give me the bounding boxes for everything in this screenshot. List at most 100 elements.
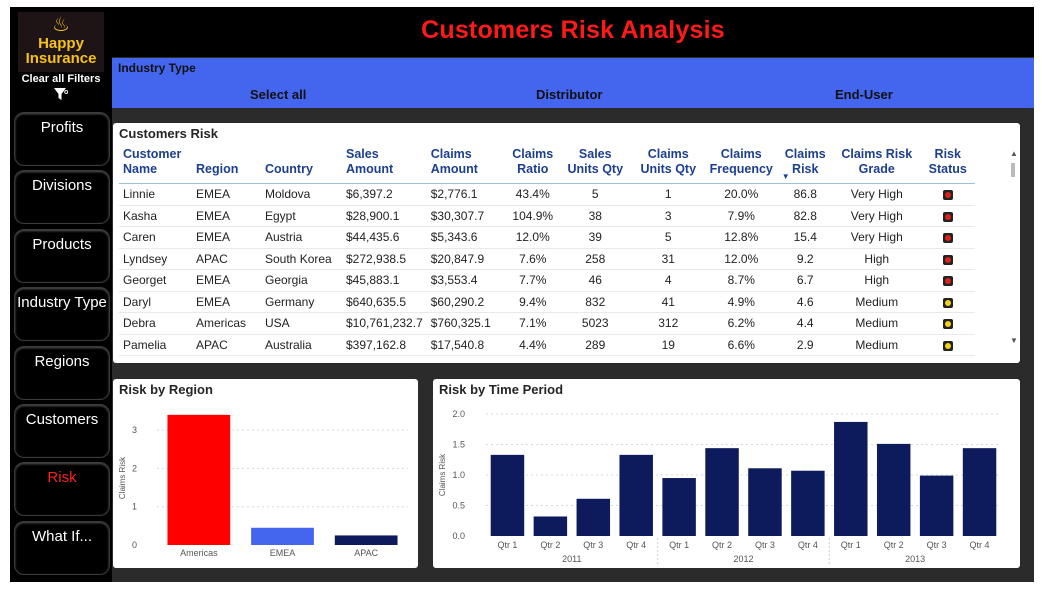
col-claims-ratio[interactable]: Claims Ratio [506,145,559,184]
risk-status-indicator-icon [942,340,953,351]
customers-risk-table-panel: Customers Risk Customer Name Region Coun… [113,123,1020,363]
col-sales-amount[interactable]: Sales Amount [342,145,427,184]
bar-quarter [834,421,868,536]
bar-quarter [705,448,739,536]
cell-claims-risk: 6.7 [777,269,833,292]
cell-sales-units-qty: 46 [558,269,632,292]
scroll-up-icon[interactable]: ▲ [1010,149,1018,158]
table-scrollbar[interactable]: ▲ ▼ [1010,149,1018,345]
x-group-label: 2011 [562,554,581,564]
cell-claims-amount: $60,290.2 [426,291,507,313]
risk-status-indicator-icon [942,319,953,330]
risk-status-indicator-icon [942,233,953,244]
chart-title: Risk by Time Period [439,382,564,397]
svg-text:o: o [64,89,68,96]
scroll-down-icon[interactable]: ▼ [1010,336,1018,345]
cell-claims-ratio: 9.4% [506,291,559,313]
nav-regions[interactable]: Regions [14,346,110,400]
col-claims-units-qty[interactable]: Claims Units Qty [631,145,705,184]
bar-americas [167,414,231,545]
cell-claims-ratio: 7.6% [506,248,559,270]
cell-sales-amount: $10,761,232.7 [342,312,427,335]
bar-quarter [662,478,696,536]
col-claims-risk-grade[interactable]: Claims Risk Grade [832,145,921,184]
cell-claims-risk: 86.8 [777,183,833,206]
scroll-thumb[interactable] [1011,163,1015,177]
cell-country: Australia [261,334,342,356]
risk-status-indicator-icon [942,254,953,265]
bar-quarter [876,443,911,536]
cell-claims-risk-grade: Medium [832,312,921,335]
table-row[interactable]: Lyndsey APAC South Korea $272,938.5 $20,847.… [119,248,975,270]
logo-line-2: Insurance [25,50,97,67]
col-claims-frequency[interactable]: Claims Frequency [704,145,778,184]
table-row[interactable]: Linnie EMEA Moldova $6,397.2 $2,776.1 43.4% 5 1… [119,183,975,206]
industry-type-slicer: Industry Type Select all Distributor End… [112,58,1034,108]
x-tick-label: Qtr 4 [626,540,646,550]
table-row[interactable]: Daryl EMEA Germany $640,635.5 $60,290.2 9.4% 8… [119,291,975,313]
cell-sales-amount: $640,635.5 [342,291,427,313]
cell-claims-risk-grade: High [832,248,921,270]
y-axis-label: Claims Risk [118,456,127,499]
nav-divisions[interactable]: Divisions [14,170,110,224]
col-country[interactable]: Country [261,145,342,184]
x-group-label: 2013 [905,554,925,564]
x-tick-label: Qtr 1 [841,540,861,550]
nav-profits[interactable]: Profits [14,112,110,166]
cell-claims-risk: 9.2 [777,248,833,270]
risk-status-indicator-icon [942,297,953,308]
col-claims-amount[interactable]: Claims Amount [426,145,507,184]
x-tick-label: Qtr 3 [927,540,947,550]
bar-quarter [748,468,782,536]
bar-apac [334,535,398,545]
cell-claims-frequency: 8.7% [704,269,778,292]
y-axis-label: Claims Risk [438,453,447,496]
col-claims-risk[interactable]: Claims Risk ▼ [777,145,833,184]
nav-industry-type[interactable]: Industry Type [14,287,110,341]
bar-quarter [962,448,997,536]
slicer-option-distributor[interactable]: Distributor [536,87,602,102]
header: Customers Risk Analysis [112,7,1034,57]
slicer-option-select-all[interactable]: Select all [250,87,306,102]
nav-what-if[interactable]: What If... [14,521,110,575]
y-tick-label: 1.5 [452,440,465,450]
chart-title: Risk by Region [119,382,213,397]
y-tick-label: 1.0 [452,470,465,480]
cell-claims-risk: 15.4 [777,226,833,249]
cell-claims-units-qty: 41 [631,291,705,313]
table-row[interactable]: Caren EMEA Austria $44,435.6 $5,343.6 12.0% 39… [119,226,975,249]
y-tick-label: 0.5 [452,501,465,511]
cell-country: Moldova [261,183,342,206]
cell-risk-status [920,183,975,206]
nav-customers[interactable]: Customers [14,404,110,458]
col-region[interactable]: Region [192,145,261,184]
nav-products[interactable]: Products [14,229,110,283]
cell-sales-units-qty: 39 [558,226,632,249]
table-row[interactable]: Kasha EMEA Egypt $28,900.1 $30,307.7 104.9% 38… [119,205,975,227]
table-header-row: Customer Name Region Country Sales Amoun… [119,145,975,184]
risk-by-region-chart: 0 1 2 3 Claims Risk Americas EMEA APAC [118,414,408,558]
table-row[interactable]: Pamelia APAC Australia $397,162.8 $17,540.8 4… [119,334,975,356]
page-title: Customers Risk Analysis [421,16,725,44]
cell-claims-amount: $17,540.8 [426,334,507,356]
col-risk-status[interactable]: Risk Status [920,145,975,184]
col-sales-units-qty[interactable]: Sales Units Qty [558,145,632,184]
slicer-option-end-user[interactable]: End-User [835,87,893,102]
cell-claims-risk: 4.4 [777,312,833,335]
cell-claims-risk-grade: High [832,269,921,292]
logo-line-1: Happy [38,35,84,52]
cell-region: EMEA [192,205,261,227]
table-row[interactable]: Georget EMEA Georgia $45,883.1 $3,553.4 7.7% 4… [119,269,975,292]
clear-filters-button[interactable]: Clear all Filters o [10,73,112,105]
report-canvas: ♨ Happy Insurance Clear all Filters o Pr… [10,7,1034,582]
nav-risk[interactable]: Risk [14,462,110,516]
cell-claims-ratio: 104.9% [506,205,559,227]
cell-claims-ratio: 7.7% [506,269,559,292]
col-customer-name[interactable]: Customer Name [119,145,192,184]
cell-claims-frequency: 6.6% [704,334,778,356]
x-tick-label: Qtr 3 [583,540,603,550]
table-row[interactable]: Debra Americas USA $10,761,232.7 $760,325.1 7… [119,312,975,335]
cell-claims-frequency: 7.9% [704,205,778,227]
cell-sales-units-qty: 289 [558,334,632,356]
sort-desc-icon: ▼ [781,172,790,181]
